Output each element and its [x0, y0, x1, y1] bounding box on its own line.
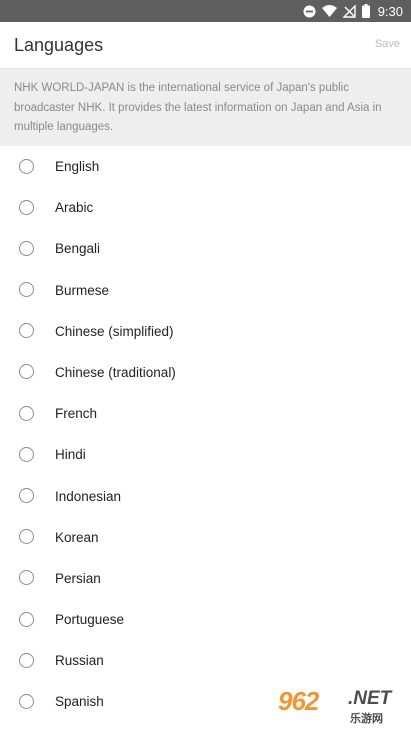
language-option-french[interactable]: French [0, 393, 411, 434]
radio-unchecked-icon[interactable] [19, 488, 34, 503]
language-option-english[interactable]: English [0, 146, 411, 187]
radio-unchecked-icon[interactable] [19, 652, 34, 668]
language-option-chinese-simplified[interactable]: Chinese (simplified) [0, 311, 411, 352]
radio-unchecked-icon[interactable] [19, 570, 34, 586]
wifi-icon [321, 5, 337, 17]
no-signal-icon [342, 4, 356, 18]
radio-unchecked-icon[interactable] [19, 240, 34, 256]
watermark-suffix: .NET [348, 688, 392, 709]
language-list: English Arabic Bengali Burmese Chinese (… [0, 146, 411, 723]
language-option-bengali[interactable]: Bengali [0, 228, 411, 269]
language-option-chinese-traditional[interactable]: Chinese (traditional) [0, 352, 411, 393]
radio-unchecked-icon[interactable] [19, 446, 34, 462]
radio-unchecked-icon[interactable] [19, 529, 34, 545]
language-option-arabic[interactable]: Arabic [0, 187, 411, 228]
language-label: French [55, 406, 98, 422]
watermark-chinese: 乐游网 [350, 713, 383, 725]
radio-unchecked-icon[interactable] [19, 199, 34, 215]
radio-unchecked-icon[interactable] [19, 282, 34, 298]
radio-unchecked-icon[interactable] [19, 158, 34, 174]
language-option-korean[interactable]: Korean [0, 517, 411, 558]
language-label: Spanish [55, 694, 104, 710]
radio-unchecked-icon[interactable] [19, 611, 34, 627]
language-option-hindi[interactable]: Hindi [0, 434, 411, 475]
language-option-portuguese[interactable]: Portuguese [0, 599, 411, 640]
language-option-persian[interactable]: Persian [0, 558, 411, 599]
info-description: NHK WORLD-JAPAN is the international ser… [14, 82, 382, 133]
radio-unchecked-icon[interactable] [19, 693, 34, 709]
battery-icon [361, 4, 370, 18]
language-label: Korean [55, 529, 99, 545]
status-time: 9:30 [377, 3, 403, 19]
site-watermark-logo: 962 .NET 乐游网 [272, 684, 406, 726]
watermark-number: 962 [278, 686, 319, 716]
language-label: Persian [55, 570, 101, 586]
do-not-disturb-icon [303, 5, 316, 18]
language-label: Burmese [55, 282, 110, 298]
language-label: Chinese (simplified) [55, 323, 174, 339]
language-label: Portuguese [55, 612, 125, 628]
language-label: Bengali [55, 241, 101, 257]
info-panel: NHK WORLD-JAPAN is the international ser… [0, 68, 411, 146]
radio-unchecked-icon[interactable] [19, 405, 34, 421]
language-label: English [55, 159, 100, 174]
language-option-burmese[interactable]: Burmese [0, 270, 411, 311]
language-option-indonesian[interactable]: Indonesian [0, 476, 411, 517]
language-label: Hindi [55, 447, 86, 463]
language-label: Chinese (traditional) [55, 364, 176, 380]
language-label: Arabic [55, 200, 94, 216]
save-button[interactable]: Save [375, 38, 400, 50]
app-bar: Languages Save [0, 22, 411, 68]
radio-unchecked-icon[interactable] [19, 364, 34, 380]
language-option-russian[interactable]: Russian [0, 640, 411, 681]
language-label: Indonesian [55, 488, 122, 504]
language-label: Russian [55, 653, 104, 669]
radio-unchecked-icon[interactable] [19, 323, 34, 339]
status-icons: 9:30 [303, 0, 403, 22]
page-title: Languages [14, 35, 104, 55]
status-bar: 9:30 [0, 0, 411, 22]
